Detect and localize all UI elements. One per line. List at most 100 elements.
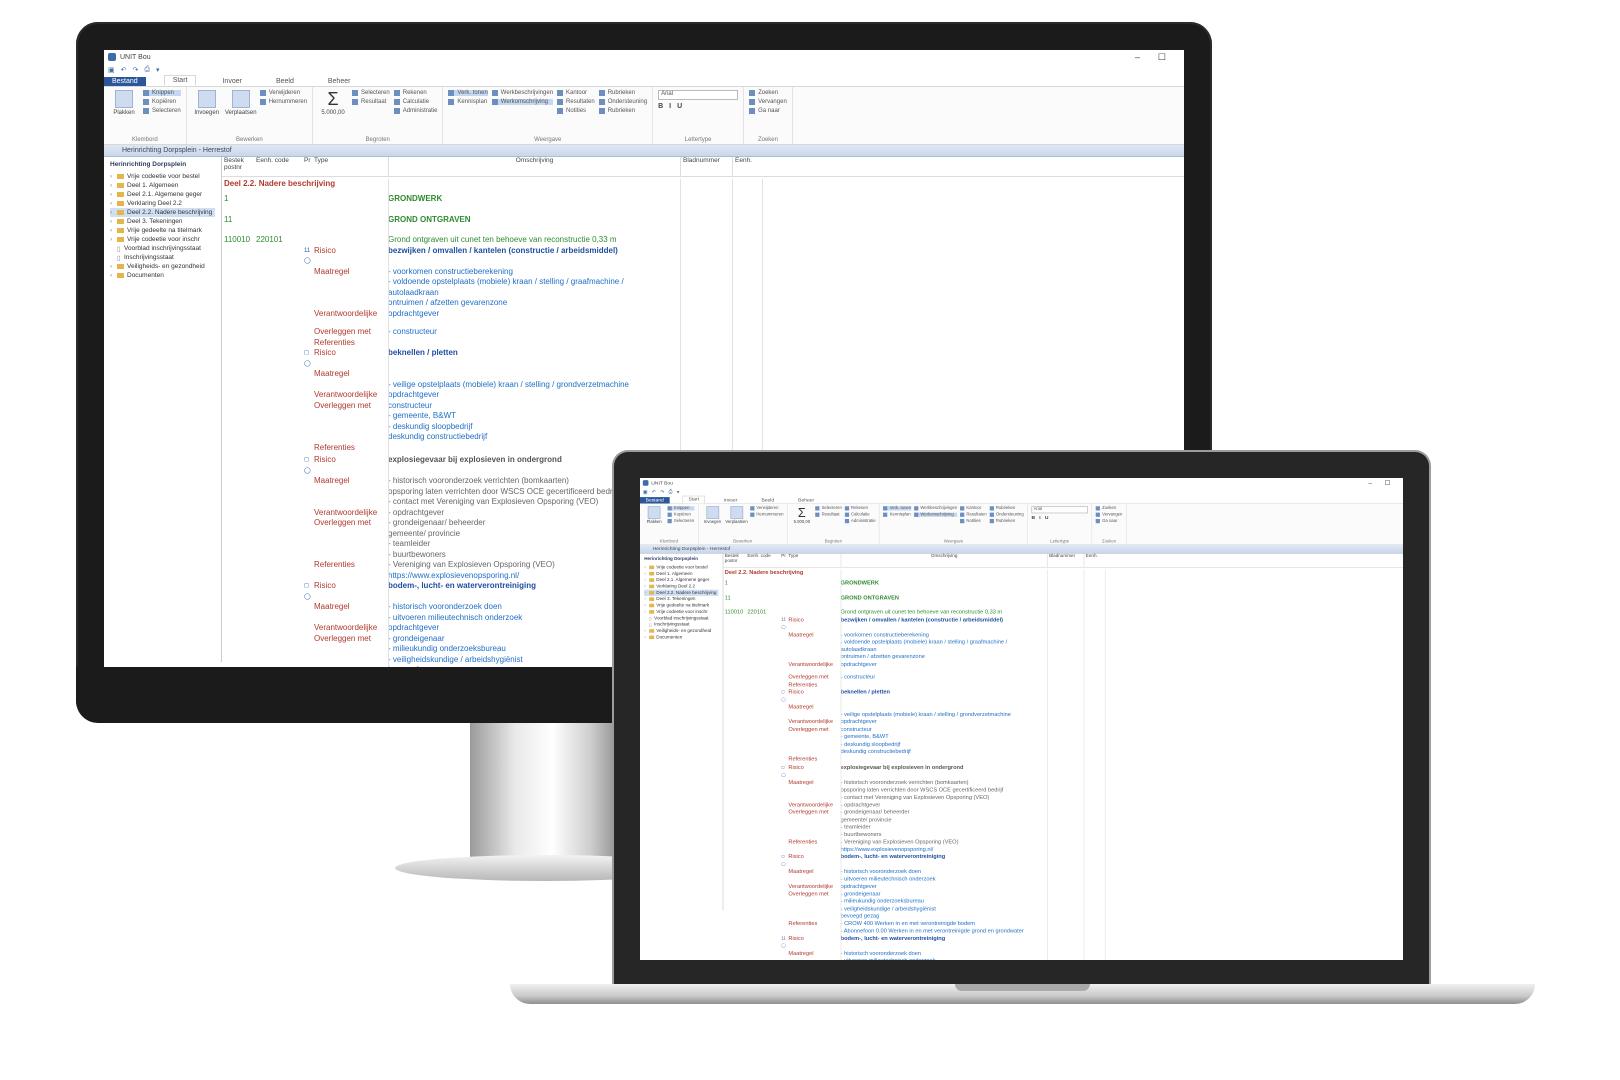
bold-button[interactable]: B bbox=[658, 103, 663, 110]
begroten-item-5[interactable]: Administratie bbox=[844, 518, 876, 524]
font-select[interactable]: Arial bbox=[658, 90, 739, 100]
chevron-right-icon[interactable]: › bbox=[644, 635, 647, 640]
italic-button[interactable]: I bbox=[669, 103, 671, 110]
weergave-item-2[interactable]: Kennisplan bbox=[883, 512, 911, 517]
chevron-right-icon[interactable]: › bbox=[644, 603, 647, 608]
tree-item[interactable]: › Deel 2.2. Nadere beschrijving bbox=[110, 208, 215, 217]
insert-button[interactable]: Invoegen bbox=[192, 90, 222, 132]
save-icon[interactable]: ▣ bbox=[108, 66, 115, 74]
move-button[interactable]: Verplaatsen bbox=[225, 90, 257, 132]
minimize-button[interactable]: – bbox=[1135, 52, 1140, 63]
chevron-right-icon[interactable]: › bbox=[110, 182, 114, 189]
table-row[interactable]: Referenties - CROW 400 Werken in en met v… bbox=[723, 920, 1403, 927]
insert-button[interactable]: Invoegen bbox=[702, 506, 723, 536]
chevron-right-icon[interactable]: › bbox=[110, 272, 114, 279]
table-row[interactable]: - uitvoeren milieutechnisch onderzoek bbox=[723, 875, 1403, 882]
table-row[interactable]: 1 GRONDWERK bbox=[222, 194, 1184, 205]
table-row[interactable]: 11 ◯ Risico bezwijken / omvallen / kantele… bbox=[222, 246, 1184, 267]
table-row[interactable]: Referenties bbox=[222, 338, 1184, 349]
chevron-right-icon[interactable]: › bbox=[110, 227, 114, 234]
tree-item[interactable]: › Vrije codeetie voor inschr bbox=[644, 609, 718, 615]
tree-item[interactable]: › Documenten bbox=[110, 271, 215, 280]
select-button[interactable]: Selecteren bbox=[143, 108, 181, 114]
table-row[interactable]: - voldoende opstelplaats (mobiele) kraan… bbox=[723, 638, 1403, 645]
table-row[interactable]: Maatregel - historisch vooronderzoek doen bbox=[723, 868, 1403, 875]
tab-beheer[interactable]: Beheer bbox=[320, 77, 359, 86]
tree-item[interactable]: ▯ Voorblad inschrijvingsstaat bbox=[110, 244, 215, 253]
undo-icon[interactable]: ↶ bbox=[121, 66, 127, 74]
col-header-een[interactable]: Eenh. bbox=[1083, 553, 1105, 568]
table-row[interactable]: - buurtbewoners bbox=[723, 831, 1403, 838]
tab-beheer[interactable]: Beheer bbox=[793, 497, 820, 503]
find-button[interactable]: Zoeken bbox=[1095, 506, 1123, 511]
tree-item[interactable]: › Deel 2.1. Algemene geger bbox=[644, 577, 718, 583]
table-row[interactable]: ◻ ◯ Risico beknellen / pletten bbox=[222, 348, 1184, 369]
table-row[interactable]: - Abonnefoon 0.00 Werken in en met veron… bbox=[723, 927, 1403, 934]
weergave-item-7[interactable]: Ondersteuning bbox=[989, 512, 1024, 517]
tree-item[interactable]: › Deel 2.1. Algemene geger bbox=[110, 190, 215, 199]
tree-item[interactable]: › Veiligheids- en gezondheid bbox=[644, 628, 718, 634]
copy-button[interactable]: Kopiëren bbox=[143, 99, 181, 105]
table-row[interactable]: Maatregel - historisch vooronderzoek verr… bbox=[723, 779, 1403, 786]
table-row[interactable]: 1 GRONDWERK bbox=[723, 580, 1403, 587]
maximize-button[interactable]: ☐ bbox=[1158, 52, 1166, 63]
table-row[interactable]: - gemeente, B&WT bbox=[723, 733, 1403, 740]
copy-button[interactable]: Kopiëren bbox=[667, 512, 695, 517]
begroten-item-2[interactable]: Rekenen bbox=[393, 90, 438, 96]
cut-button[interactable]: Knippen bbox=[667, 506, 695, 511]
chevron-right-icon[interactable]: › bbox=[644, 571, 647, 576]
table-row[interactable]: Maatregel - historisch vooronderzoek doen bbox=[723, 950, 1403, 957]
weergave-item-1[interactable]: Werkbeschrijvingen bbox=[491, 90, 553, 96]
table-row[interactable]: - teamleider bbox=[723, 823, 1403, 830]
weergave-item-3[interactable]: Kantoor bbox=[960, 506, 987, 511]
sum-button[interactable]: Σ 5.000,00 bbox=[791, 506, 812, 536]
tree-item[interactable]: › Deel 2.2. Nadere beschrijving bbox=[644, 589, 719, 596]
maximize-button[interactable]: ☐ bbox=[1385, 479, 1391, 487]
table-row[interactable]: 110010 220101 Grond ontgraven uit cunet te… bbox=[222, 235, 1184, 246]
table-row[interactable]: Overleggen met - grondeigenaar/ beheerder bbox=[723, 809, 1403, 816]
tab-beeld[interactable]: Beeld bbox=[756, 497, 780, 503]
chevron-right-icon[interactable]: › bbox=[110, 263, 114, 270]
table-row[interactable]: - uitvoeren milieutechnisch onderzoek bbox=[723, 957, 1403, 960]
replace-button[interactable]: Vervangen bbox=[749, 99, 787, 105]
tree-item[interactable]: › Vrije codeetie voor bestel bbox=[110, 172, 215, 181]
begroten-item-4[interactable]: Calculatie bbox=[393, 99, 438, 105]
weergave-item-5[interactable]: Notities bbox=[960, 518, 987, 524]
tab-bestand[interactable]: Bestand bbox=[640, 497, 670, 504]
table-row[interactable]: https://www.explosievenopsporing.nl/ bbox=[723, 846, 1403, 853]
tab-start[interactable]: Start bbox=[163, 75, 197, 86]
table-row[interactable]: - veilige opstelplaats (mobiele) kraan /… bbox=[222, 380, 1184, 391]
col-header-desc[interactable]: Omschrijving bbox=[388, 157, 680, 176]
table-row[interactable]: Maatregel - voorkomen constructieberekeni… bbox=[222, 267, 1184, 278]
table-row[interactable]: ontruimen / afzetten gevarenzone bbox=[222, 298, 1184, 309]
bold-button[interactable]: B bbox=[1031, 515, 1035, 520]
delete-button[interactable]: Verwijderen bbox=[259, 90, 307, 96]
redo-icon[interactable]: ↷ bbox=[660, 489, 664, 495]
weergave-item-4[interactable]: Resultaten bbox=[557, 99, 595, 105]
weergave-toggle-1[interactable]: Verk. tonen bbox=[448, 90, 488, 96]
tree-item[interactable]: › Deel 1. Algemeen bbox=[110, 181, 215, 190]
col-header-blad[interactable]: Bladnummer bbox=[1046, 553, 1084, 568]
table-row[interactable]: 11 ◯ Risico bodem-, lucht- en waterverontr… bbox=[723, 935, 1403, 950]
table-row[interactable]: 11 GROND ONTGRAVEN bbox=[222, 215, 1184, 226]
table-row[interactable]: Verantwoordelijke opdrachtgever bbox=[222, 309, 1184, 320]
table-row[interactable]: Maatregel bbox=[222, 369, 1184, 380]
table-row[interactable]: 110010 220101 Grond ontgraven uit cunet te… bbox=[723, 609, 1403, 616]
tree-item[interactable]: › Vrije gedeelte na titelmark bbox=[110, 226, 215, 235]
table-row[interactable]: 11 GROND ONTGRAVEN bbox=[723, 594, 1403, 601]
table-row[interactable]: Verantwoordelijke opdrachtgever bbox=[723, 883, 1403, 890]
weergave-toggle-2[interactable]: Werkomschrijving bbox=[491, 99, 554, 105]
table-row[interactable]: Maatregel - voorkomen constructieberekeni… bbox=[723, 631, 1403, 638]
chevron-right-icon[interactable]: › bbox=[110, 236, 114, 243]
table-row[interactable]: deskundig constructiebedrijf bbox=[723, 748, 1403, 755]
table-row[interactable]: bevoegd gezag bbox=[723, 912, 1403, 919]
table-row[interactable]: ◻ ◯ Risico bodem-, lucht- en waterverontre… bbox=[723, 853, 1403, 868]
tree-item[interactable]: › Deel 3. Tekeningen bbox=[110, 217, 215, 226]
print-icon[interactable]: ⎙ bbox=[144, 66, 150, 74]
table-row[interactable]: Referenties bbox=[723, 681, 1403, 688]
table-row[interactable]: Overleggen met - constructeur bbox=[723, 674, 1403, 681]
col-header-een[interactable]: Eenh. bbox=[732, 157, 762, 176]
tab-invoer[interactable]: Invoer bbox=[718, 497, 743, 503]
chevron-right-icon[interactable]: › bbox=[644, 584, 647, 589]
tree-item[interactable]: ▯ Voorblad inschrijvingsstaat bbox=[644, 615, 718, 621]
